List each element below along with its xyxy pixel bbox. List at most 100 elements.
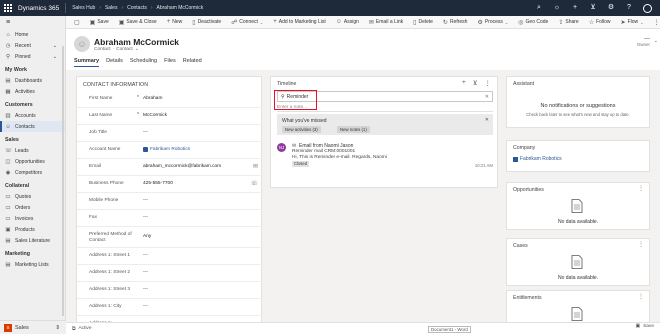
sitemap-item-accounts[interactable]: ▥ Accounts	[0, 110, 65, 121]
connect-button[interactable]: ☍ Connect ⌄	[227, 17, 267, 28]
header-expand-chevron-icon[interactable]: ⌄	[654, 38, 658, 44]
sitemap-item-leads[interactable]: ☏ Leads	[0, 145, 65, 156]
sitemap-item-orders[interactable]: ▭ Orders	[0, 202, 65, 213]
add-icon[interactable]: +	[462, 79, 466, 87]
more-icon[interactable]: ⋮	[485, 79, 492, 87]
field-account-name[interactable]: Account Name Fabrikam Robotics	[77, 142, 263, 159]
add-to-marketing-list-button[interactable]: + Add to Marketing List	[269, 17, 329, 28]
breadcrumb-contacts[interactable]: Contacts	[127, 5, 147, 11]
field-fax[interactable]: Fax ---	[77, 210, 263, 227]
filter-icon[interactable]: ⊻	[589, 4, 597, 12]
close-icon[interactable]: ✕	[485, 117, 489, 123]
owner-field[interactable]: --- Owner	[637, 36, 650, 47]
field-value[interactable]: Abraham	[143, 96, 162, 101]
field-value[interactable]: 425-555-7700	[143, 181, 173, 186]
field-value[interactable]: ---	[143, 287, 148, 292]
deactivate-button[interactable]: ▯ Deactivate	[188, 17, 225, 28]
sitemap-item-dashboards[interactable]: ▤ Dashboards	[0, 75, 65, 86]
chevron-down-icon[interactable]: ⌄	[135, 47, 139, 52]
popout-icon[interactable]: ⧉	[72, 326, 75, 332]
save-button[interactable]: ▣ Save	[86, 17, 113, 28]
field-value[interactable]: ---	[143, 304, 148, 309]
delete-button[interactable]: ▯ Delete	[409, 17, 437, 28]
field-value[interactable]: Any	[143, 234, 151, 239]
contact-photo-placeholder[interactable]: ☺	[74, 36, 90, 52]
user-avatar[interactable]	[643, 3, 652, 13]
form-selector[interactable]: Contact	[116, 47, 133, 52]
share-button[interactable]: ⇪ Share	[554, 17, 582, 28]
new-notes-chip[interactable]: New notes (1)	[337, 126, 370, 133]
sitemap-item-quotes[interactable]: ▭ Quotes	[0, 191, 65, 202]
more-icon[interactable]: ⋮	[638, 241, 644, 248]
more-icon[interactable]: ⋮	[638, 185, 644, 192]
app-launcher-icon[interactable]	[0, 0, 16, 16]
gear-icon[interactable]: ⚙	[607, 4, 615, 12]
sitemap-item-sales-literature[interactable]: ▤ Sales Literature	[0, 235, 65, 246]
sitemap-item-pinned[interactable]: ⚲ Pinned ⌄	[0, 51, 65, 62]
sitemap-item-invoices[interactable]: ▭ Invoices	[0, 213, 65, 224]
filter-icon[interactable]: ⊻	[473, 79, 478, 87]
more-icon[interactable]: ⋮	[638, 293, 644, 300]
field-mobile-phone[interactable]: Mobile Phone ---	[77, 193, 263, 210]
refresh-button[interactable]: ↻ Refresh	[439, 17, 472, 28]
document-pill[interactable]: Document1 - Word	[428, 326, 471, 333]
area-switcher[interactable]: S Sales ⇕	[0, 320, 66, 334]
tab-scheduling[interactable]: Scheduling	[130, 58, 157, 67]
tab-files[interactable]: Files	[164, 58, 176, 67]
field-city[interactable]: Address 1: City ---	[77, 299, 263, 316]
new-button[interactable]: + New	[163, 17, 187, 28]
field-last-name[interactable]: Last Name * McCormick	[77, 108, 263, 125]
field-preferred-contact[interactable]: Preferred Method of Contact Any	[77, 227, 263, 248]
sitemap-item-home[interactable]: ⌂ Home	[0, 29, 65, 40]
note-input[interactable]: Enter a note...	[277, 105, 307, 110]
save-close-button[interactable]: ▣ Save & Close	[115, 17, 161, 28]
field-value[interactable]: McCormick	[143, 113, 167, 118]
geo-code-button[interactable]: ◎ Geo Code	[514, 17, 552, 28]
back-button[interactable]: ▢	[70, 17, 84, 28]
search-icon[interactable]: ⌕	[535, 4, 543, 12]
breadcrumb-app-area[interactable]: Sales Hub	[72, 5, 95, 11]
breadcrumb-sales[interactable]: Sales	[105, 5, 118, 11]
field-value[interactable]: ---	[143, 130, 148, 135]
phone-icon[interactable]: ☏	[250, 180, 258, 187]
field-first-name[interactable]: First Name * Abraham	[77, 91, 263, 108]
sitemap-item-activities[interactable]: ▦ Activities	[0, 86, 65, 97]
account-lookup-link[interactable]: Fabrikam Robotics	[143, 147, 190, 152]
follow-button[interactable]: ☆ Follow	[585, 17, 615, 28]
sitemap-item-recent[interactable]: ◷ Recent ⌄	[0, 40, 65, 51]
process-button[interactable]: ⚙ Process ⌄	[473, 17, 512, 28]
company-link[interactable]: Fabrikam Robotics	[513, 156, 562, 162]
new-activities-chip[interactable]: New activities (3)	[282, 126, 321, 133]
status-save-button[interactable]: ▣ Save	[636, 324, 654, 329]
help-icon[interactable]: ?	[625, 4, 633, 12]
field-value[interactable]: abraham_mccormick@fabrikam.com	[143, 164, 221, 169]
sitemap-scrollbar[interactable]	[62, 46, 64, 316]
field-value[interactable]: ---	[143, 270, 148, 275]
field-street-2[interactable]: Address 1: Street 2 ---	[77, 265, 263, 282]
hamburger-menu-icon[interactable]: ≡	[0, 16, 65, 29]
lightbulb-icon[interactable]: ☼	[553, 4, 561, 12]
add-icon[interactable]: +	[571, 4, 579, 12]
field-job-title[interactable]: Job Title ---	[77, 125, 263, 142]
field-value[interactable]: ---	[143, 198, 148, 203]
sitemap-item-marketing-lists[interactable]: ▤ Marketing Lists	[0, 259, 65, 270]
email-link-button[interactable]: ✉ Email a Link	[365, 17, 407, 28]
app-name[interactable]: Dynamics 365	[16, 3, 67, 13]
more-commands-button[interactable]: ⋮	[650, 17, 660, 28]
field-street-1[interactable]: Address 1: Street 1 ---	[77, 248, 263, 265]
field-street-3[interactable]: Address 1: Street 3 ---	[77, 282, 263, 299]
tab-related[interactable]: Related	[183, 58, 202, 67]
tab-details[interactable]: Details	[106, 58, 123, 67]
field-value[interactable]: ---	[143, 215, 148, 220]
assign-button[interactable]: ☺ Assign	[332, 17, 363, 28]
field-value[interactable]: ---	[143, 253, 148, 258]
tab-summary[interactable]: Summary	[74, 58, 100, 67]
sitemap-item-contacts[interactable]: ☺ Contacts	[0, 121, 65, 132]
sitemap-item-products[interactable]: ▣ Products	[0, 224, 65, 235]
sitemap-item-opportunities[interactable]: ◫ Opportunities	[0, 156, 65, 167]
clear-icon[interactable]: ✕	[485, 94, 489, 100]
field-email[interactable]: Email abraham_mccormick@fabrikam.com ✉	[77, 159, 263, 176]
flow-button[interactable]: ➤ Flow ⌄	[617, 17, 648, 28]
timeline-item[interactable]: NJ ✉ Email from Naomi Jason Reminder mai…	[277, 141, 493, 183]
sitemap-item-competitors[interactable]: ◉ Competitors	[0, 167, 65, 178]
